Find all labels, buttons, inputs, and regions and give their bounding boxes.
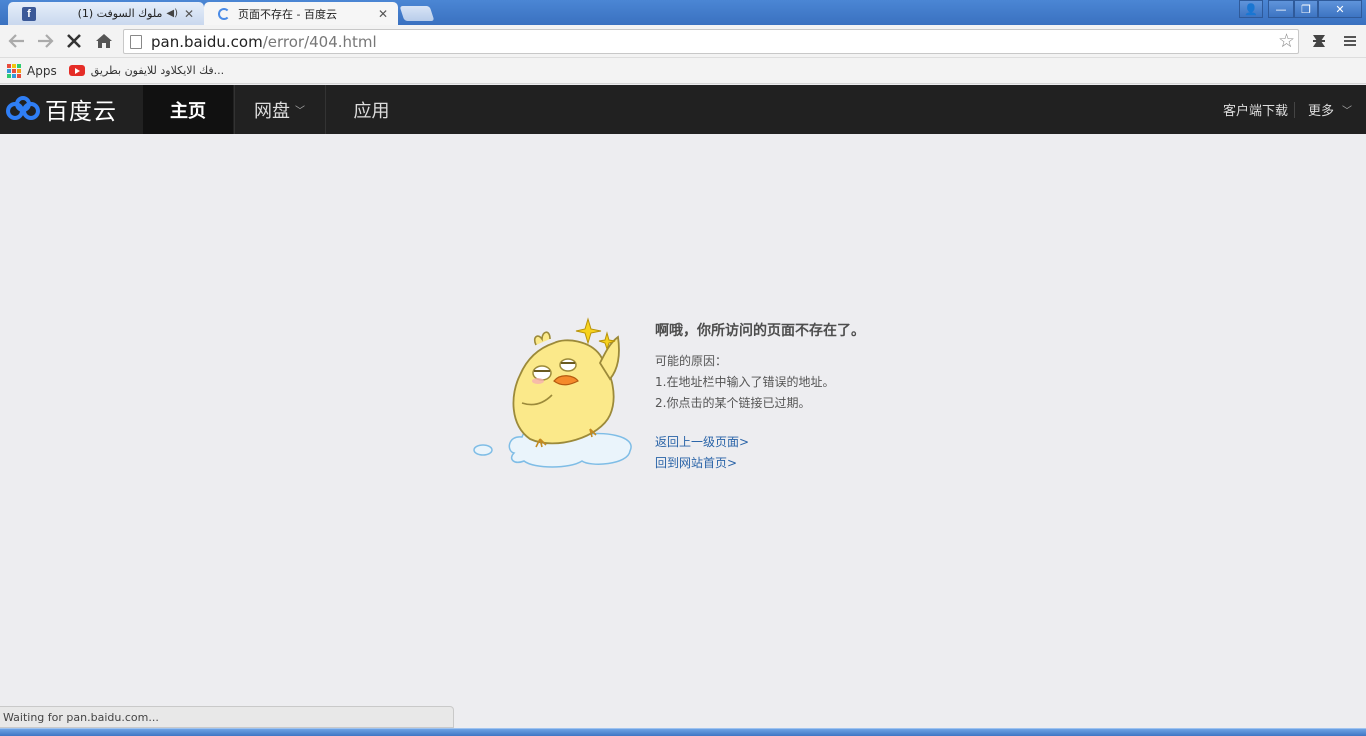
back-to-previous-link[interactable]: 返回上一级页面>	[655, 433, 749, 450]
browser-tab-facebook[interactable]: f (1) ملوك السوفت ◀) ✕	[8, 2, 204, 25]
error-reason-1: 1.在地址栏中输入了错误的地址。	[655, 375, 835, 389]
error-reason-2: 2.你点击的某个链接已过期。	[655, 396, 811, 410]
more-menu[interactable]: 更多 ﹀	[1308, 85, 1352, 134]
nav-home-label: 主页	[170, 100, 206, 122]
tab-title: 页面不存在 - 百度云	[238, 7, 337, 21]
extension-icon[interactable]	[1308, 30, 1330, 52]
nav-home[interactable]: 主页	[143, 85, 233, 134]
more-label: 更多	[1308, 104, 1335, 119]
client-download-link[interactable]: 客户端下载	[1223, 85, 1288, 134]
facebook-icon: f	[22, 6, 36, 21]
tab-title: (1) ملوك السوفت	[77, 7, 163, 20]
home-icon[interactable]	[93, 30, 115, 52]
address-url: pan.baidu.com/error/404.html	[151, 32, 377, 51]
back-arrow-icon[interactable]	[6, 30, 28, 52]
stop-loading-icon[interactable]	[63, 30, 85, 52]
tab-close-icon[interactable]: ✕	[182, 7, 196, 21]
nav-apps-label: 应用	[353, 100, 390, 122]
address-bar[interactable]: pan.baidu.com/error/404.html ☆	[123, 29, 1299, 54]
page-icon	[130, 34, 142, 49]
bookmark-star-icon[interactable]: ☆	[1278, 30, 1295, 52]
nav-netdisk[interactable]: 网盘 ﹀	[234, 85, 324, 134]
apps-grid-icon	[7, 63, 21, 78]
close-window-button[interactable]: ✕	[1318, 0, 1362, 18]
nav-netdisk-label: 网盘	[254, 100, 290, 122]
forward-arrow-icon[interactable]	[34, 30, 56, 52]
chevron-down-icon: ﹀	[1342, 106, 1353, 117]
speaker-icon[interactable]: ◀)	[166, 8, 178, 19]
bookmarks-bar: Apps فك الايكلاود للايفون بطريق...	[0, 58, 1366, 84]
restore-button[interactable]: ❐	[1294, 0, 1318, 18]
browser-tab-strip: f (1) ملوك السوفت ◀) ✕ 页面不存在 - 百度云 ✕ 👤 —…	[0, 0, 1366, 25]
header-divider	[1294, 102, 1295, 118]
loading-spinner-icon	[218, 7, 230, 20]
os-taskbar	[0, 728, 1366, 736]
back-to-home-link[interactable]: 回到网站首页>	[655, 454, 737, 471]
error-reason-heading: 可能的原因：	[655, 354, 728, 368]
tab-close-icon[interactable]: ✕	[376, 7, 390, 21]
error-title: 啊哦，你所访问的页面不存在了。	[655, 323, 865, 339]
new-tab-button[interactable]	[399, 6, 435, 21]
baidu-cloud-logo[interactable]: 百度云	[6, 93, 117, 125]
sad-chick-illustration	[473, 317, 632, 468]
status-bubble: Waiting for pan.baidu.com...	[0, 706, 454, 728]
nav-apps[interactable]: 应用	[325, 85, 417, 134]
user-profile-icon[interactable]: 👤	[1239, 0, 1263, 18]
cloud-logo-icon	[6, 96, 40, 120]
bookmark-youtube[interactable]: فك الايكلاود للايفون بطريق...	[91, 64, 224, 77]
browser-toolbar: pan.baidu.com/error/404.html ☆	[0, 25, 1366, 58]
menu-hamburger-icon[interactable]	[1339, 30, 1361, 52]
minimize-button[interactable]: —	[1268, 0, 1294, 18]
youtube-icon	[68, 65, 85, 76]
logo-text: 百度云	[45, 99, 117, 125]
site-header: 百度云 主页 网盘 ﹀ 应用 客户端下载 更多 ﹀	[0, 85, 1366, 134]
chevron-down-icon: ﹀	[295, 106, 305, 117]
bookmark-apps[interactable]: Apps	[27, 64, 57, 78]
browser-tab-baidu[interactable]: 页面不存在 - 百度云 ✕	[204, 2, 398, 25]
client-download-label: 客户端下载	[1223, 104, 1289, 119]
